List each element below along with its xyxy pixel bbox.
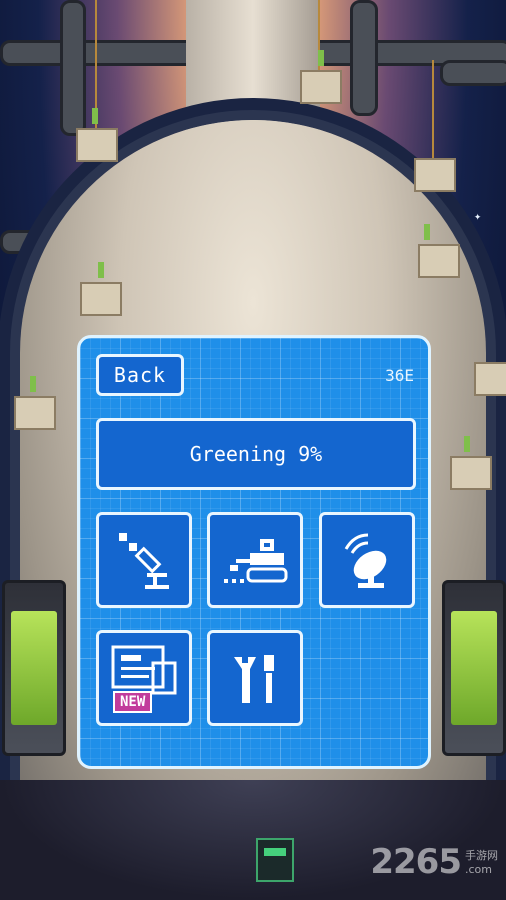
rover-button[interactable] [207,512,303,608]
sprout-icon [318,50,324,66]
pot-string [432,60,434,160]
sprout-icon [98,262,104,278]
right-growth-tank [442,580,506,756]
satellite-dish-button[interactable] [319,512,415,608]
overhead-pipe [440,60,506,86]
hanging-pot [80,282,122,316]
satellite-dish-icon [344,533,387,588]
site-watermark: 2265 手游网 .com [370,842,498,882]
star-icon: ✦ [474,209,482,223]
watermark-sub: 手游网 .com [465,847,498,876]
new-badge: NEW [113,691,153,713]
blueprint-button[interactable]: NEW [96,630,192,726]
currency-counter: 36E [385,366,414,385]
rover-robot-icon [224,539,288,583]
hanging-pot [450,456,492,490]
hanging-pot [474,362,506,396]
tank-liquid [11,611,57,725]
star-icon: ✦ [12,329,20,343]
floor [0,780,506,900]
left-growth-tank [2,580,66,756]
sprout-icon [30,376,36,392]
tank-liquid [451,611,497,725]
watermark-domain: .com [465,863,492,876]
robot-character[interactable] [256,838,294,882]
overhead-pipe [350,0,378,116]
hanging-pot [76,128,118,162]
hanging-pot [300,70,342,104]
sprout-icon [464,436,470,452]
laser-cannon-icon [119,533,169,589]
tools-icon [234,655,274,703]
back-button[interactable]: Back [96,354,184,396]
watermark-brand: 2265 [370,842,462,882]
greening-progress-button[interactable]: Greening 9% [96,418,416,490]
sprout-icon [92,108,98,124]
hanging-pot [14,396,56,430]
menu-panel: Back 36E Greening 9% NEW [77,335,431,769]
star-icon: ✦ [68,171,76,185]
hanging-pot [418,244,460,278]
overhead-pipe [60,0,86,136]
laser-cannon-button[interactable] [96,512,192,608]
sprout-icon [424,224,430,240]
hanging-pot [414,158,456,192]
tools-button[interactable] [207,630,303,726]
watermark-cn: 手游网 [465,849,498,862]
